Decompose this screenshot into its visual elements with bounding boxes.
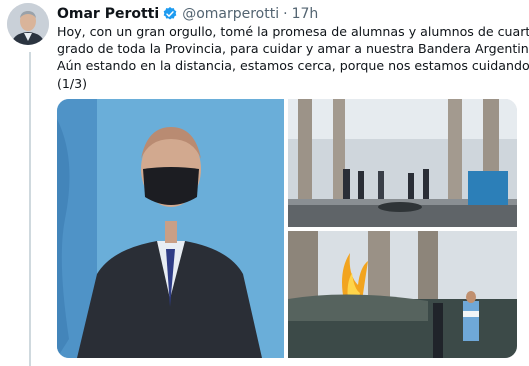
avatar-image	[7, 3, 49, 45]
tweet-timestamp[interactable]: 17h	[292, 6, 319, 22]
tweet-text-line: (1/3)	[57, 75, 88, 91]
author-handle[interactable]: @omarperotti	[182, 6, 279, 22]
tweet-text: Hoy, con un gran orgullo, tomé la promes…	[57, 23, 529, 92]
author-name[interactable]: Omar Perotti	[57, 6, 159, 22]
thread-line	[29, 52, 31, 366]
avatar[interactable]	[7, 3, 49, 45]
photo-monument-ceremony[interactable]	[288, 99, 517, 227]
photo-eternal-flame[interactable]	[288, 231, 517, 358]
tweet-text-line: Aún estando en la distancia, estamos cer…	[57, 58, 529, 74]
media-grid	[57, 99, 517, 358]
tweet-text-line: grado de toda la Provincia, para cuidar …	[57, 41, 529, 57]
verified-badge-icon	[162, 6, 178, 22]
tweet-text-line: Hoy, con un gran orgullo, tomé la promes…	[57, 24, 529, 39]
separator-dot: ·	[283, 6, 288, 22]
photo-governor-mask[interactable]	[57, 99, 284, 358]
tweet-header: Omar Perotti @omarperotti · 17h	[57, 4, 318, 24]
